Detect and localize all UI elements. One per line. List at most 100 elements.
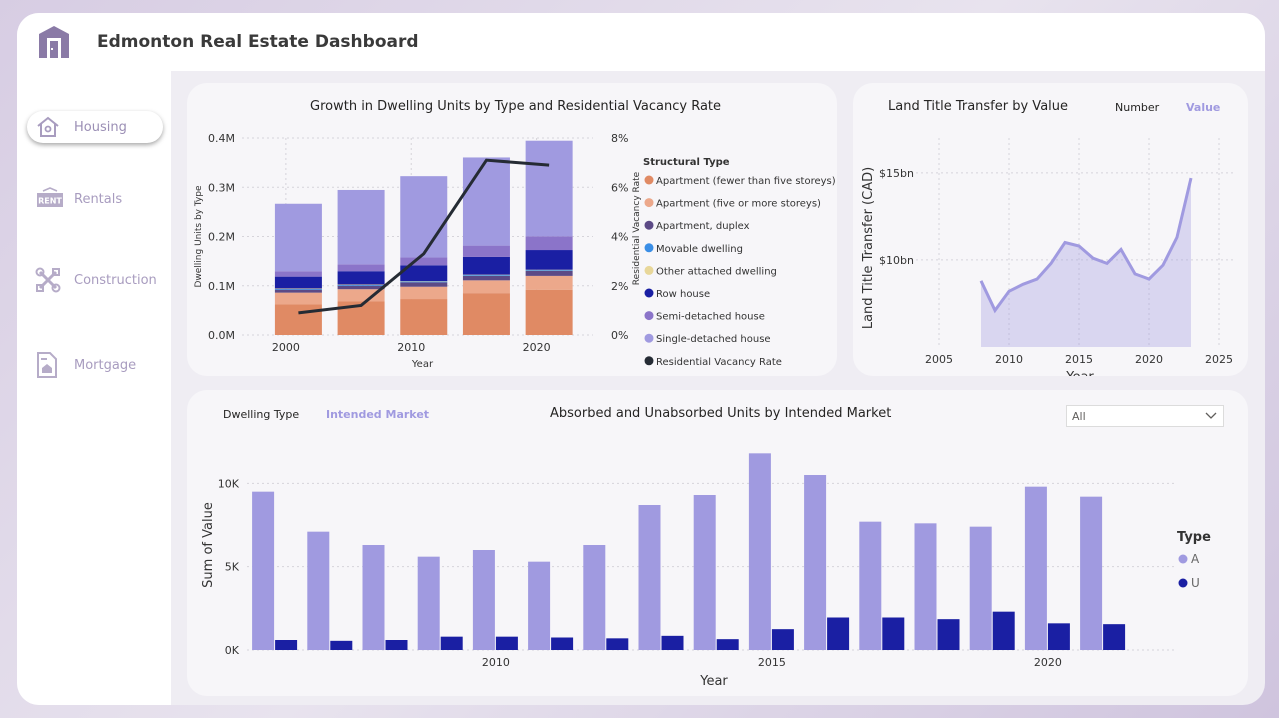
land-chart: $10bn $15bn 2005 2010 2015 2020 2025 Year Land T… [861,138,1233,376]
bar-segment [525,275,573,290]
legend-marker [644,265,654,275]
bar-unabsorbed [882,617,905,650]
bar-segment [400,176,448,258]
bar-segment [274,304,322,335]
legend-title: Structural Type [643,157,730,168]
bar-segment [274,203,322,272]
nav-item-construction[interactable]: Construction [27,264,163,296]
area-fill [981,178,1191,347]
house-icon [37,116,59,137]
bar-segment [337,189,385,265]
bar-segment [462,275,510,281]
nav-item-label: Housing [74,119,127,135]
bar-unabsorbed [716,639,739,650]
legend-label: Apartment (fewer than five storeys) [656,176,836,187]
x-tick-label: 2010 [995,353,1023,366]
bar-segment [274,289,322,293]
y-tick-label: $15bn [879,167,914,180]
legend-label: U [1191,576,1200,590]
svg-text:RENT: RENT [38,197,62,206]
bar-absorbed [804,475,827,650]
x-axis-label: Year [411,359,434,370]
rent-sign-icon: RENT [37,187,63,207]
y2-axis-label: Residential Vacancy Rate [632,171,642,285]
legend-marker [1178,578,1188,588]
x-axis-label: Year [699,674,728,689]
legend-marker [644,333,654,343]
bar-segment [525,236,573,251]
bar-absorbed [307,531,330,650]
dwelling-chart-card: Growth in Dwelling Units by Type and Res… [187,83,837,376]
nav-item-housing[interactable]: Housing [27,111,163,143]
bar-segment [462,293,510,335]
y2-tick-label: 8% [611,132,628,145]
y-axis-label: Land Title Transfer (CAD) [861,167,876,329]
house-logo-icon [39,26,69,58]
bar-segment [462,280,510,294]
y2-tick-label: 0% [611,329,628,342]
nav-item-rentals[interactable]: RENT Rentals [27,183,163,215]
bar-absorbed [693,495,716,650]
bar-segment [337,285,385,290]
bar-segment [337,264,385,272]
bar-absorbed [914,523,937,650]
y-tick-label: 5K [225,561,240,574]
x-tick-label: 2020 [523,341,551,354]
bar-absorbed [748,453,771,650]
bar-segment [400,299,448,335]
y-tick-label: 0.1M [208,280,235,293]
x-tick-label: 2010 [397,341,425,354]
y2-tick-label: 2% [611,280,628,293]
bar-segment [400,257,448,266]
bar-unabsorbed [385,640,408,650]
y-tick-label: 0.3M [208,181,235,194]
bar-absorbed [583,545,606,650]
dashboard-frame: Edmonton Real Estate Dashboard Housing R… [17,13,1265,705]
bar-segment [400,282,448,287]
y-tick-label: 0.0M [208,329,235,342]
bar-absorbed [528,561,551,650]
legend-title: Type [1177,530,1211,545]
y2-tick-label: 6% [611,181,628,194]
land-transfer-card: Land Title Transfer by Value Number Valu… [853,83,1248,376]
x-tick-label: 2010 [482,656,510,669]
bar-unabsorbed [275,640,298,650]
tools-icon [35,267,61,293]
y-tick-label: 10K [218,477,240,490]
bar-segment [462,245,510,257]
bar-unabsorbed [1047,623,1070,650]
legend-marker [644,311,654,321]
bar-segment [525,250,573,270]
legend-label: Apartment (five or more storeys) [656,199,821,210]
bar-absorbed [417,556,440,650]
bar-segment [525,270,573,276]
nav-item-label: Construction [74,272,157,288]
y-tick-label: 0.2M [208,231,235,244]
legend-label: Movable dwelling [656,244,743,255]
x-tick-label: 2015 [758,656,786,669]
legend-label: Row house [656,289,710,300]
x-tick-label: 2005 [925,353,953,366]
bar-unabsorbed [827,617,850,650]
nav-item-mortgage[interactable]: Mortgage [27,349,163,381]
app-title: Edmonton Real Estate Dashboard [97,32,419,52]
legend-marker [644,243,654,253]
bar-absorbed [252,491,275,650]
bar-segment [337,284,385,286]
bar-unabsorbed [551,637,574,650]
sidebar-nav: Housing RENT Rentals Construction Mortga… [17,71,171,705]
bar-unabsorbed [606,638,629,650]
x-tick-label: 2020 [1135,353,1163,366]
bar-unabsorbed [661,635,684,650]
legend-marker [644,220,654,230]
nav-item-label: Mortgage [74,357,137,373]
bar-segment [462,157,510,246]
bar-segment [274,276,322,289]
bar-segment [274,292,322,305]
header-bar: Edmonton Real Estate Dashboard [17,13,1265,71]
bar-absorbed [1024,486,1047,650]
legend-marker [644,356,654,366]
legend-label: A [1191,552,1200,566]
absorbed-chart-card: Dwelling Type Intended Market Absorbed a… [187,390,1248,696]
dwelling-chart: 0.0M 0.1M 0.2M 0.3M 0.4M 0% 2% 4% 6% 8% 2000 2010 20… [194,132,836,370]
